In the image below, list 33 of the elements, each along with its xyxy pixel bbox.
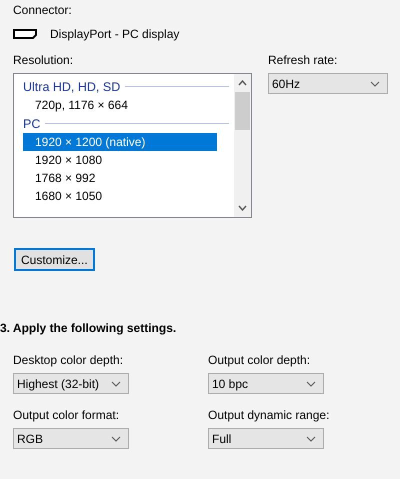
list-item[interactable]: 720p, 1176 × 664: [23, 96, 217, 114]
field-label: Desktop color depth:: [13, 353, 124, 368]
list-item[interactable]: 1920 × 1080: [23, 151, 217, 169]
chevron-icon: [111, 380, 121, 386]
connector-value: DisplayPort - PC display: [50, 27, 180, 41]
chevron-icon: [306, 380, 316, 386]
group-header: PC: [23, 116, 40, 130]
list-item[interactable]: 1920 × 1200 (native): [23, 133, 217, 151]
customize-button[interactable]: Customize...: [14, 248, 95, 271]
scroll-up-icon[interactable]: [238, 80, 247, 86]
chevron-icon: [306, 436, 316, 442]
field-label: Refresh rate:: [268, 53, 338, 68]
field-label: Resolution:: [13, 53, 74, 68]
chevron-icon: [111, 436, 121, 442]
field-label: Output color format:: [13, 408, 120, 423]
scroll-down-icon[interactable]: [238, 205, 247, 211]
resolution-list[interactable]: Ultra HD, HD, SD 720p, 1176 × 664 PC 1920 × 1200 (native) 1920 × 1080 1768 × 992 1680 × 1050: [13, 73, 252, 218]
field-label: Output dynamic range:: [208, 408, 330, 423]
port-icon: [13, 29, 37, 39]
dropdown[interactable]: 60Hz: [268, 73, 388, 94]
list-item[interactable]: 1768 × 992: [23, 169, 217, 187]
dropdown[interactable]: 10 bpc: [208, 373, 324, 394]
dropdown[interactable]: Highest (32-bit): [13, 373, 129, 394]
chevron-icon: [370, 80, 380, 86]
dropdown[interactable]: Full: [208, 428, 324, 449]
list-item[interactable]: 1680 × 1050: [23, 187, 217, 205]
section-heading: 3. Apply the following settings.: [0, 321, 178, 336]
group-header: Ultra HD, HD, SD: [23, 80, 120, 94]
scrollbar[interactable]: [234, 74, 251, 217]
dropdown[interactable]: RGB: [13, 428, 129, 449]
field-label: Connector:: [13, 3, 73, 18]
field-label: Output color depth:: [208, 353, 312, 368]
scroll-thumb[interactable]: [235, 92, 250, 130]
